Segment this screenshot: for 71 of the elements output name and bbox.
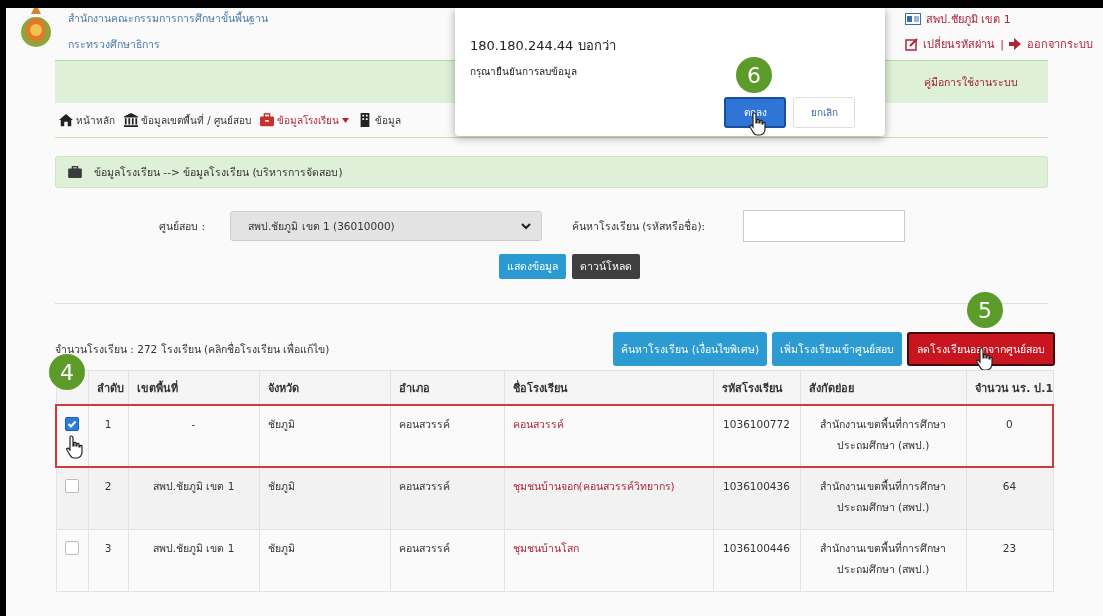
table-cell: สำนักงานเขตพื้นที่การศึกษาประถมศึกษา (สพป.) (820, 480, 946, 513)
row-checkbox[interactable] (65, 540, 79, 555)
school-count-text: จำนวนโรงเรียน : 272 โรงเรียน (คลิกชื่อโรงเรียน เพื่อแก้ไข) (55, 341, 330, 357)
nav-menu-item[interactable]: ข้อมูลโรงเรียน (259, 112, 349, 128)
row-checkbox[interactable] (65, 479, 79, 493)
column-header: ชื่อโรงเรียน (504, 370, 713, 405)
table-cell: 0 (1005, 418, 1013, 430)
home-icon (59, 113, 73, 127)
ok-button[interactable]: ตกลง (724, 97, 786, 128)
step-number-badge: 4 (49, 354, 85, 390)
school-name-link[interactable]: คอนสวรรค์ (512, 418, 564, 430)
table-cell: คอนสวรรค์ (398, 480, 450, 492)
column-header: จำนวน นร. ป.1 (966, 370, 1053, 405)
organization-name: สำนักงานคณะกรรมการการศึกษาขั้นพื้นฐาน (68, 10, 268, 27)
briefcase-icon (259, 113, 274, 127)
exam-center-select[interactable]: สพป.ชัยภูมิ เขต 1 (36010000) (230, 211, 542, 241)
edit-icon (905, 37, 919, 51)
table-cell: 23 (1002, 541, 1017, 554)
step-number-badge: 5 (967, 292, 1003, 328)
link-separator: | (1000, 37, 1004, 51)
exam-center-label: ศูนย์สอบ : (158, 218, 205, 235)
column-header: สังกัดย่อย (800, 370, 966, 405)
chevron-down-icon (521, 222, 531, 230)
table-cell: 64 (1002, 480, 1017, 492)
row-checkbox[interactable] (65, 417, 80, 431)
user-manual-link[interactable]: คู่มือการใช้งานระบบ (924, 73, 1018, 91)
briefcase-icon (68, 166, 82, 178)
column-header: จังหวัด (259, 370, 390, 405)
school-search-field[interactable] (743, 210, 906, 242)
column-header: รหัสโรงเรียน (713, 370, 800, 405)
table-cell: คอนสวรรค์ (398, 418, 450, 430)
caret-icon (341, 117, 349, 123)
breadcrumb-text: ข้อมูลโรงเรียน --> ข้อมูลโรงเรียน (บริหารการจัดสอบ) (94, 164, 343, 181)
building-icon (124, 113, 138, 127)
dialog-title: 180.180.244.44 บอกว่า (470, 37, 616, 55)
table-cell: - (191, 418, 196, 430)
table-cell: 1036100446 (723, 541, 790, 554)
table-cell: 3 (104, 541, 112, 554)
table-cell: ชัยภูมิ (267, 541, 295, 554)
ministry-name: กระทรวงศึกษาธิการ (68, 37, 161, 52)
cancel-button[interactable]: ยกเลิก (793, 97, 855, 128)
logout-icon (1009, 38, 1022, 50)
id-card-icon (905, 13, 922, 25)
dialog-message: กรุณายืนยันการลบข้อมูล (470, 65, 577, 79)
remove-school-button[interactable]: ลดโรงเรียนออกจากศูนย์สอบ (907, 332, 1055, 366)
column-header: อำเภอ (390, 370, 504, 405)
table-cell: สพป.ชัยภูมิ เขต 1 (152, 480, 235, 492)
user-name: สพป.ชัยภูมิ เขต 1 (926, 12, 1011, 28)
table-cell: ชัยภูมิ (267, 480, 295, 492)
table-cell: 1036100772 (723, 418, 790, 430)
school-name-link[interactable]: ชุมชนบ้านโสก (512, 541, 579, 554)
school-search-label: ค้นหาโรงเรียน (รหัสหรือชื่อ): (572, 218, 706, 234)
nav-menu-item[interactable]: ข้อมูล (357, 112, 401, 128)
logout-link[interactable]: ออกจากระบบ (1027, 35, 1093, 53)
emblem-logo (20, 8, 52, 48)
change-password-link[interactable]: เปลี่ยนรหัสผ่าน (923, 35, 996, 53)
nav-menu-item[interactable]: หน้าหลัก (59, 112, 115, 128)
step-number-badge: 6 (736, 57, 772, 93)
table-cell: สำนักงานเขตพื้นที่การศึกษาประถมศึกษา (สพป.) (820, 418, 946, 451)
table-cell: ชัยภูมิ (267, 418, 295, 430)
table-cell: คอนสวรรค์ (398, 541, 450, 554)
table-cell: 2 (104, 480, 112, 492)
download-button[interactable]: ดาวน์โหลด (572, 254, 640, 279)
hand-cursor-icon (65, 434, 85, 460)
table-cell: สำนักงานเขตพื้นที่การศึกษาประถมศึกษา (สพป.) (820, 541, 946, 575)
table-cell: สพป.ชัยภูมิ เขต 1 (152, 541, 235, 554)
table-cell: 1 (104, 418, 112, 430)
nav-menu-item[interactable]: ข้อมูลเขตพื้นที่ / ศูนย์สอบ (124, 112, 251, 128)
school-name-link[interactable]: ชุมชนบ้านจอก(คอนสวรรค์วิทยากร) (512, 480, 675, 492)
table-cell: 1036100436 (723, 480, 790, 492)
column-header: เขตพื้นที่ (128, 370, 259, 405)
